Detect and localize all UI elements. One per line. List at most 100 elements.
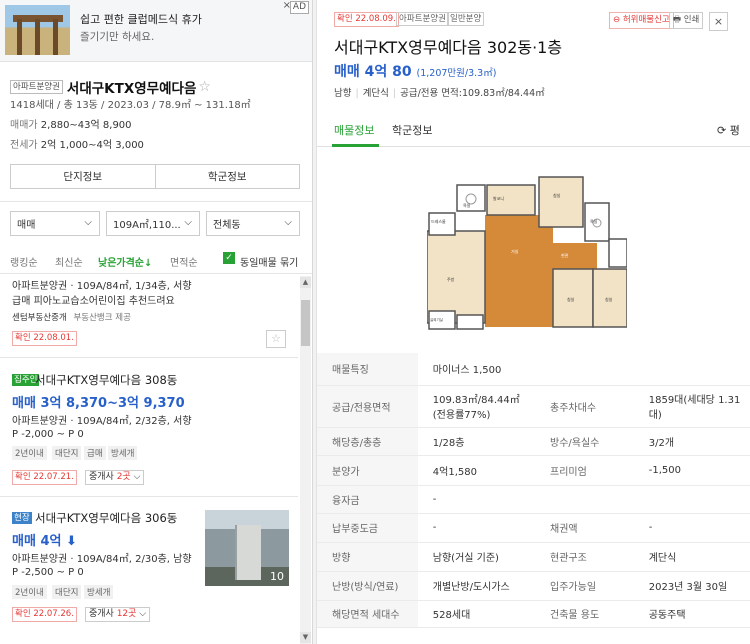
sort-area[interactable]: 면적순 (170, 254, 198, 269)
spec-value: 3/2개 (633, 427, 750, 456)
listing-chip: 급매 (84, 446, 106, 460)
tab-school-info[interactable]: 학군정보 (392, 122, 432, 138)
listing-chip: 2년이내 (12, 446, 47, 460)
broker-count-button[interactable]: 중개사 2곳 ⌵ (85, 470, 145, 485)
ad-label: AD (289, 1, 309, 14)
detail-tabs: 매물정보 학군정보 ⟳ 평 (317, 113, 750, 147)
scroll-up-icon[interactable]: ▲ (300, 277, 311, 288)
spec-row: 분양가 4억1,580 프리미엄 -1,500 (317, 455, 750, 486)
room-label: 침실 (567, 296, 575, 302)
listing-chip: 대단지 (52, 585, 82, 599)
chevron-down-icon: ⌵ (284, 217, 292, 228)
spec-value: - (417, 513, 536, 543)
spec-label: 해당면적 세대수 (317, 600, 418, 628)
group-same-checkbox[interactable]: ✓ (223, 252, 235, 264)
listing-price: 매매 3억 8,370~3억 9,370 (12, 396, 185, 411)
complex-type-tag: 아파트분양권 (10, 79, 63, 94)
spec-row: 해당층/총층 1/28층 방수/욕실수 3/2개 (317, 427, 750, 456)
spec-value: - (417, 485, 750, 514)
divider (0, 273, 312, 274)
spec-label: 매물특징 (317, 353, 418, 386)
price-down-icon: ⬇ (65, 534, 77, 549)
trade-type-select[interactable]: 매매 ⌵ (10, 211, 100, 236)
spec-label: 공급/전용면적 (317, 385, 418, 428)
room-label: 실외기실 (430, 317, 443, 322)
detail-features: 남향 | 계단식 | 공급/전용 면적:109.83㎡/84.44㎡ (334, 88, 545, 99)
room-label: 현관 (561, 252, 569, 258)
spec-label: 프리미엄 (535, 455, 634, 486)
spec-value: 계단식 (633, 542, 750, 572)
room-label: 발코니 (493, 195, 504, 201)
favorite-star-icon[interactable]: ☆ (266, 330, 286, 348)
spec-value: 공동주택 (633, 600, 750, 628)
spec-row: 공급/전용면적 109.83㎡/84.44㎡(전용률77%) 총주차대수 1859대(… (317, 385, 750, 428)
listing-chip: 방세개 (108, 446, 138, 460)
close-icon[interactable]: × (709, 12, 728, 31)
photo-count: 10 (270, 570, 284, 583)
listing-desc: 아파트분양권 · 109A/84㎡, 1/34층, 서향 (12, 281, 192, 292)
area-select[interactable]: 109A㎡,110... ⌵ (106, 211, 200, 236)
spec-label: 난방(방식/연료) (317, 571, 418, 601)
listing-title[interactable]: 서대구KTX영무예다음 306동 (35, 510, 177, 526)
spec-value: 남향(거실 기준) (417, 542, 536, 572)
spec-label: 채권액 (535, 513, 634, 543)
complex-meta: 1418세대 / 총 13동 / 2023.03 / 78.9㎡ ~ 131.1… (10, 100, 251, 111)
broker-count-button[interactable]: 중개사 12곳 ⌵ (85, 607, 151, 622)
listing-chip: 방세개 (84, 585, 114, 599)
onsite-badge: 현장 (12, 512, 32, 524)
complex-info-button[interactable]: 단지정보 (11, 165, 155, 188)
detail-price: 매매 4억 80 (1,207만원/3.3㎡) (334, 64, 497, 80)
spec-table: 매물특징 마이너스 1,500 공급/전용면적 109.83㎡/84.44㎡(전용률7… (317, 353, 750, 628)
sort-latest[interactable]: 최신순 (55, 254, 83, 269)
floor-plan[interactable]: 발코니 드레스룸 욕실 침실 거실 주방 침실 침실 현관 욕실 실외기실 (427, 173, 627, 331)
spec-label: 납부중도금 (317, 513, 418, 543)
detail-sale-tag: 일반분양 (447, 12, 485, 26)
detail-title: 서대구KTX영무예다음 302동·1층 (334, 38, 563, 57)
listing-title[interactable]: 서대구KTX영무예다음 308동 (35, 372, 177, 388)
ad-banner[interactable]: 쉽고 편한 클럽메드식 휴가 즐기기만 하세요. × AD (0, 0, 312, 62)
listing-photo[interactable]: 10 (205, 510, 289, 586)
area-unit-toggle[interactable]: ⟳ 평 (717, 122, 740, 138)
report-fake-listing-button[interactable]: ⊖ 허위매물신고 (609, 12, 674, 29)
chevron-down-icon: ⌵ (184, 217, 192, 228)
scroll-down-icon[interactable]: ▼ (300, 632, 311, 643)
school-info-button[interactable]: 학군정보 (154, 165, 300, 188)
spec-value: - (633, 513, 750, 543)
tab-listing-info[interactable]: 매물정보 (334, 122, 374, 138)
ad-thumbnail (5, 5, 70, 55)
dong-select[interactable]: 전체동 ⌵ (206, 211, 300, 236)
room-label: 주방 (447, 276, 455, 282)
spec-label: 입주가능일 (535, 571, 634, 601)
unit-price: (1,207만원/3.3㎡) (416, 68, 497, 79)
spec-row: 매물특징 마이너스 1,500 (317, 353, 750, 386)
spec-row: 융자금 - (317, 485, 750, 514)
spec-label: 건축물 용도 (535, 600, 634, 628)
spec-value: 개별난방/도시가스 (417, 571, 536, 601)
listing-price: 매매 4억 ⬇ (12, 534, 77, 549)
listing-verified-date: 확인 22.07.21. (12, 470, 77, 485)
scroll-thumb[interactable] (301, 300, 310, 346)
spec-row: 방향 남향(거실 기준) 현관구조 계단식 (317, 542, 750, 572)
sort-low-price[interactable]: 낮은가격순↓ (98, 254, 152, 269)
favorite-star-icon[interactable]: ☆ (198, 79, 211, 95)
ad-subtitle: 즐기기만 하세요. (80, 31, 155, 43)
spec-value: 109.83㎡/84.44㎡(전용률77%) (417, 385, 536, 428)
room-label: 욕실 (590, 218, 598, 224)
listing-desc: 아파트분양권 · 109A/84㎡, 2/30층, 남향 (12, 554, 192, 565)
spec-label: 분양가 (317, 455, 418, 486)
complex-buttons: 단지정보 학군정보 (10, 164, 300, 189)
spec-value: 2023년 3월 30일 (633, 571, 750, 601)
listing-chip: 2년이내 (12, 585, 47, 599)
active-tab-indicator (332, 144, 379, 147)
spec-label: 방향 (317, 542, 418, 572)
sort-ranking[interactable]: 랭킹순 (10, 254, 38, 269)
spec-label: 해당층/총층 (317, 427, 418, 456)
sale-price-range: 매매가 2,880~43억 8,900 (10, 120, 132, 131)
room-label: 욕실 (463, 202, 471, 208)
spec-value: -1,500 (633, 455, 750, 486)
divider (0, 496, 298, 497)
ad-title: 쉽고 편한 클럽메드식 휴가 (80, 13, 202, 26)
print-button[interactable]: 🖶 인쇄 (669, 12, 704, 29)
complex-header: 아파트분양권 서대구KTX영무예다음 ☆ (10, 76, 211, 97)
spec-label: 방수/욕실수 (535, 427, 634, 456)
